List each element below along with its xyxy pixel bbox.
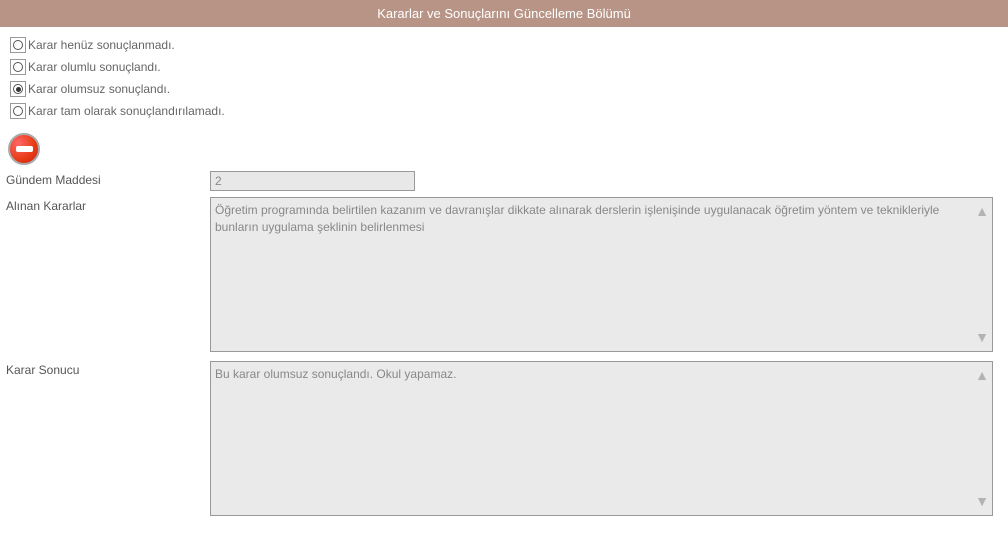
section-header: Kararlar ve Sonuçlarını Güncelleme Bölüm…: [0, 0, 1008, 27]
alinan-label: Alınan Kararlar: [0, 197, 210, 213]
scroll-up-icon[interactable]: ▲: [975, 203, 989, 219]
radio-circle-icon: [13, 106, 23, 116]
radio-box: [10, 59, 26, 75]
radio-box: [10, 37, 26, 53]
stop-button-wrap: [0, 133, 1008, 171]
section-title: Kararlar ve Sonuçlarını Güncelleme Bölüm…: [377, 6, 631, 21]
gundem-input[interactable]: [210, 171, 415, 191]
form-row-alinan: Alınan Kararlar ▲ ▼: [0, 197, 1008, 355]
radio-label: Karar olumsuz sonuçlandı.: [28, 82, 170, 96]
decision-status-radio-group: Karar henüz sonuçlanmadı. Karar olumlu s…: [0, 27, 1008, 133]
radio-option-incomplete[interactable]: Karar tam olarak sonuçlandırılamadı.: [10, 103, 998, 119]
alinan-textarea[interactable]: [210, 197, 993, 352]
no-entry-bar-icon: [16, 146, 33, 152]
radio-label: Karar olumlu sonuçlandı.: [28, 60, 161, 74]
scroll-down-icon[interactable]: ▼: [975, 493, 989, 509]
gundem-label: Gündem Maddesi: [0, 171, 210, 187]
form-row-sonuc: Karar Sonucu ▲ ▼: [0, 361, 1008, 519]
form-row-gundem: Gündem Maddesi: [0, 171, 1008, 191]
radio-circle-icon: [13, 84, 23, 94]
radio-option-positive[interactable]: Karar olumlu sonuçlandı.: [10, 59, 998, 75]
radio-box: [10, 103, 26, 119]
stop-button[interactable]: [8, 133, 40, 165]
scroll-up-icon[interactable]: ▲: [975, 367, 989, 383]
alinan-textarea-wrap: ▲ ▼: [210, 197, 993, 355]
radio-circle-icon: [13, 40, 23, 50]
radio-label: Karar tam olarak sonuçlandırılamadı.: [28, 104, 225, 118]
sonuc-label: Karar Sonucu: [0, 361, 210, 377]
no-entry-icon: [8, 133, 40, 165]
sonuc-textarea-wrap: ▲ ▼: [210, 361, 993, 519]
radio-option-negative[interactable]: Karar olumsuz sonuçlandı.: [10, 81, 998, 97]
scroll-down-icon[interactable]: ▼: [975, 329, 989, 345]
sonuc-textarea[interactable]: [210, 361, 993, 516]
radio-label: Karar henüz sonuçlanmadı.: [28, 38, 175, 52]
radio-option-pending[interactable]: Karar henüz sonuçlanmadı.: [10, 37, 998, 53]
radio-box: [10, 81, 26, 97]
radio-dot-icon: [16, 87, 21, 92]
radio-circle-icon: [13, 62, 23, 72]
